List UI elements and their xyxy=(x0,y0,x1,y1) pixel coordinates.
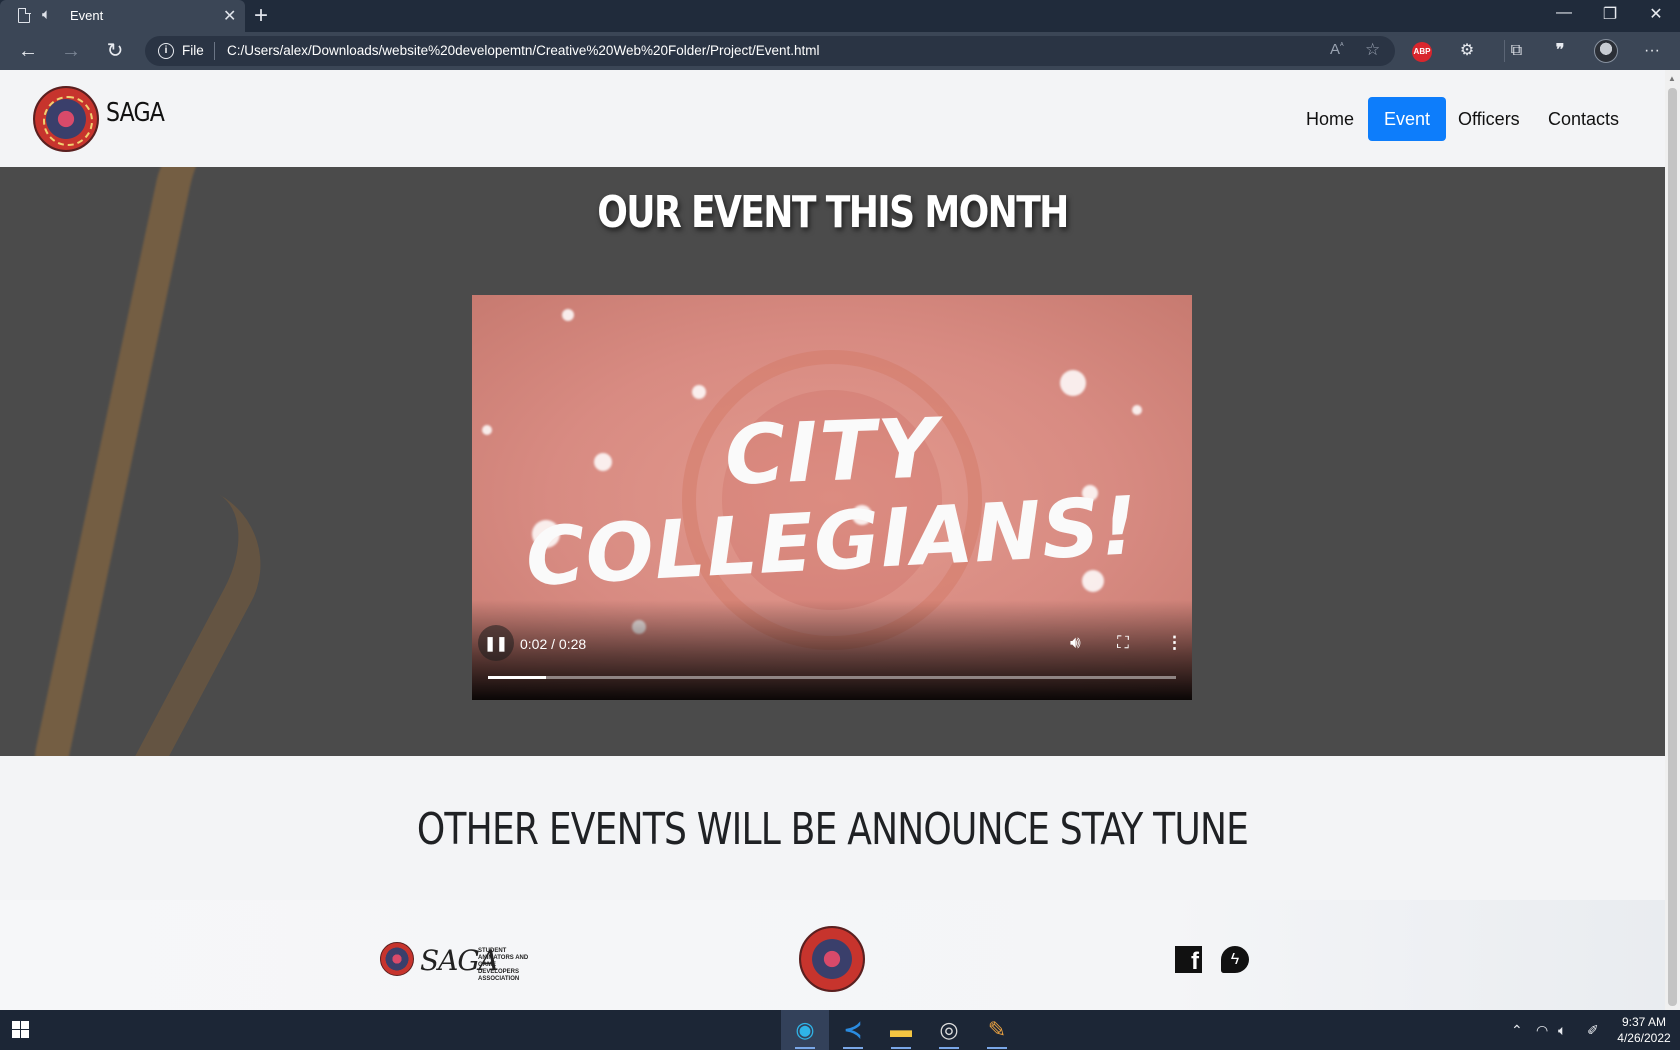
show-hidden-icons[interactable]: ⌃ xyxy=(1511,1022,1523,1039)
audio-playing-icon[interactable]: 🔈︎ xyxy=(42,6,51,23)
windows-start-button[interactable] xyxy=(12,1021,30,1039)
speaker-icon[interactable]: 🔈︎ xyxy=(1558,1022,1566,1039)
extensions-icon[interactable]: ⚙ xyxy=(1455,40,1479,62)
taskbar-paint-icon[interactable]: ✎ xyxy=(973,1010,1021,1050)
video-progress-bar[interactable] xyxy=(488,676,1176,679)
forward-button[interactable]: → xyxy=(56,38,86,64)
more-menu-icon[interactable]: ··· xyxy=(1640,40,1664,62)
profile-avatar[interactable] xyxy=(1594,39,1618,63)
taskbar-obs-icon[interactable]: ◎ xyxy=(925,1010,973,1050)
nav-officers[interactable]: Officers xyxy=(1442,97,1536,141)
close-tab-icon[interactable]: ✕ xyxy=(223,6,236,26)
site-footer: SAGA STUDENT ANIMATORS AND GAME DEVELOPE… xyxy=(0,900,1665,1010)
scroll-up-icon[interactable]: ▲ xyxy=(1668,74,1676,83)
adblock-extension-icon[interactable]: ABP xyxy=(1412,42,1432,62)
nav-home[interactable]: Home xyxy=(1290,97,1370,141)
page-scrollbar[interactable]: ▲ xyxy=(1665,70,1680,1010)
address-separator xyxy=(214,42,215,60)
volume-icon[interactable]: 🔊︎ xyxy=(1070,633,1081,653)
site-brand[interactable]: SAGA xyxy=(106,98,165,128)
network-icon[interactable]: ◠ xyxy=(1536,1022,1548,1039)
nav-event[interactable]: Event xyxy=(1368,97,1447,141)
info-icon[interactable]: i xyxy=(158,43,174,59)
back-button[interactable]: ← xyxy=(13,38,43,64)
taskbar-vscode-icon[interactable]: ≺ xyxy=(829,1010,877,1050)
refresh-button[interactable]: ↻ xyxy=(100,38,130,64)
event-video-player[interactable]: CITY COLLEGIANS! ❚❚ 0:02 / 0:28 🔊︎ ⛶ ⋮ xyxy=(472,295,1192,700)
close-window-button[interactable]: ✕ xyxy=(1633,4,1679,24)
collections-icon[interactable]: ⧉ xyxy=(1504,40,1528,62)
video-progress-fill xyxy=(488,676,547,679)
event-hero-section: OUR EVENT THIS MONTH CITY COLLEGIANS! ❚❚… xyxy=(0,167,1665,756)
new-tab-button[interactable]: + xyxy=(254,2,268,30)
ribbon-decoration-lower xyxy=(0,451,289,756)
fullscreen-icon[interactable]: ⛶ xyxy=(1117,633,1129,653)
video-time: 0:02 / 0:28 xyxy=(520,636,587,652)
taskbar-edge-icon[interactable]: ◉ xyxy=(781,1010,829,1050)
more-options-icon[interactable]: ⋮ xyxy=(1166,633,1183,653)
url-text[interactable]: C:/Users/alex/Downloads/website%20develo… xyxy=(227,43,820,58)
facebook-icon[interactable]: f xyxy=(1175,946,1202,975)
tab-title: Event xyxy=(70,8,104,23)
quote-icon[interactable]: ❞ xyxy=(1548,40,1572,62)
windows-taskbar: ◉ ≺ ▬ ◎ ✎ ⌃ ◠ 🔈︎ ✐ 9:37 AM 4/26/2022 xyxy=(0,1010,1680,1050)
browser-tab[interactable]: 🔈︎ Event ✕ xyxy=(0,0,245,32)
announcement-section: OTHER EVENTS WILL BE ANNOUNCE STAY TUNE xyxy=(0,756,1665,900)
web-page: SAGA Home Event Officers Contacts OUR EV… xyxy=(0,70,1665,1010)
minimize-button[interactable]: — xyxy=(1541,4,1587,22)
snowflake xyxy=(692,385,706,399)
snowflake xyxy=(1060,370,1086,396)
address-bar[interactable]: i File C:/Users/alex/Downloads/website%2… xyxy=(145,36,1395,66)
browser-tab-bar: 🔈︎ Event ✕ + — ❐ ✕ xyxy=(0,0,1680,32)
read-aloud-icon[interactable]: Aᴬ xyxy=(1330,41,1344,58)
page-icon xyxy=(18,7,31,23)
system-clock[interactable]: 9:37 AM 4/26/2022 xyxy=(1613,1014,1675,1046)
address-scheme: File xyxy=(182,43,204,58)
nav-contacts[interactable]: Contacts xyxy=(1532,97,1635,141)
taskbar-file-explorer-icon[interactable]: ▬ xyxy=(877,1010,925,1050)
announcement-title: OTHER EVENTS WILL BE ANNOUNCE STAY TUNE xyxy=(416,804,1249,855)
snowflake xyxy=(562,309,574,321)
clock-date: 4/26/2022 xyxy=(1617,1031,1671,1045)
footer-wordmark-subtitle: STUDENT ANIMATORS AND GAME DEVELOPERS AS… xyxy=(478,948,529,982)
hero-title: OUR EVENT THIS MONTH xyxy=(597,187,1069,238)
scrollbar-thumb[interactable] xyxy=(1668,88,1677,1006)
footer-center-logo xyxy=(799,926,865,992)
browser-toolbar: ← → ↻ i File C:/Users/alex/Downloads/web… xyxy=(0,32,1680,70)
footer-logo-small xyxy=(380,942,414,976)
clock-time: 9:37 AM xyxy=(1621,1015,1667,1029)
pen-icon[interactable]: ✐ xyxy=(1587,1022,1599,1039)
site-navbar: SAGA Home Event Officers Contacts xyxy=(0,70,1665,167)
saga-logo[interactable] xyxy=(33,86,99,152)
pause-button[interactable]: ❚❚ xyxy=(478,625,514,661)
add-favorite-icon[interactable]: ☆ xyxy=(1365,40,1380,60)
messenger-icon[interactable]: ϟ xyxy=(1221,946,1249,973)
restore-button[interactable]: ❐ xyxy=(1587,4,1633,24)
